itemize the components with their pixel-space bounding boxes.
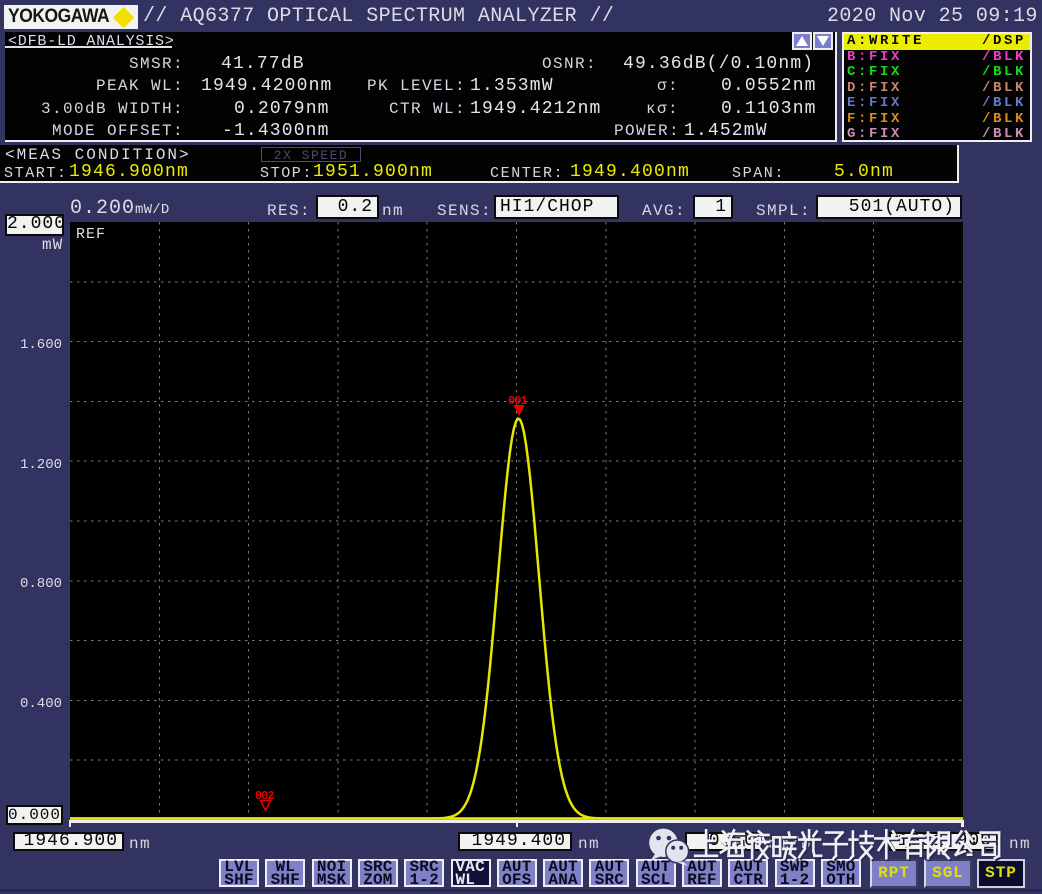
svg-text:002: 002 bbox=[255, 789, 274, 803]
svg-text:001: 001 bbox=[508, 394, 527, 408]
